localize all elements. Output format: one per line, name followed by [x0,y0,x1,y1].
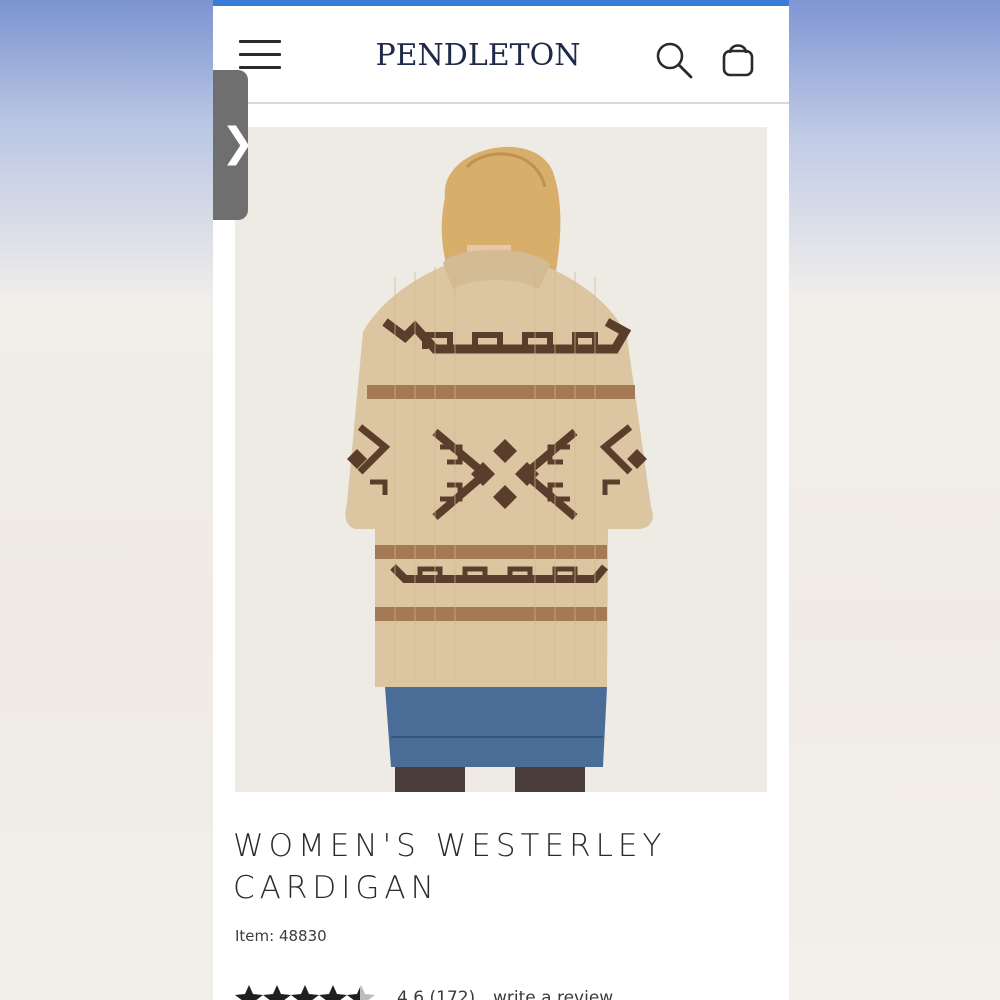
menu-button[interactable] [239,36,283,72]
site-header: PENDLETON [213,6,789,102]
star-icon [291,985,319,1000]
menu-icon-line [239,53,281,56]
menu-icon-line [239,40,281,43]
menu-icon-line [239,66,281,69]
star-icon [235,985,263,1000]
star-icon [263,985,291,1000]
rating-score: 4.6 [397,988,425,1000]
rating-stars [235,985,375,1000]
background-right [789,0,1000,1000]
write-review-link[interactable]: write a review [493,988,613,1000]
rating-row: 4.6 (172) write a review [235,983,755,1000]
product-title-line1: WOMEN'S WESTERLEY [233,828,667,864]
chevron-right-icon: ❯ [221,120,255,166]
star-icon [319,985,347,1000]
background-left [0,0,213,1000]
product-title-line2: CARDIGAN [233,870,439,906]
item-number: Item: 48830 [235,927,327,945]
model-wearing-cardigan-photo [235,127,767,792]
mobile-page: PENDLETON ❯ WOMEN'S WESTERLEY CARDIGAN I… [213,0,789,1000]
shopping-bag-icon [722,44,754,77]
search-icon [656,42,693,79]
header-divider [235,102,789,104]
pendleton-logo[interactable]: PENDLETON [368,38,588,73]
side-panel-tab[interactable]: ❯ [213,70,255,220]
cart-button[interactable] [718,34,758,82]
product-title: WOMEN'S WESTERLEY CARDIGAN [233,825,773,909]
search-button[interactable] [653,34,697,82]
rating-value: 4.6 (172) [397,988,475,1000]
product-image[interactable] [235,127,767,792]
review-count[interactable]: (172) [429,988,475,1000]
